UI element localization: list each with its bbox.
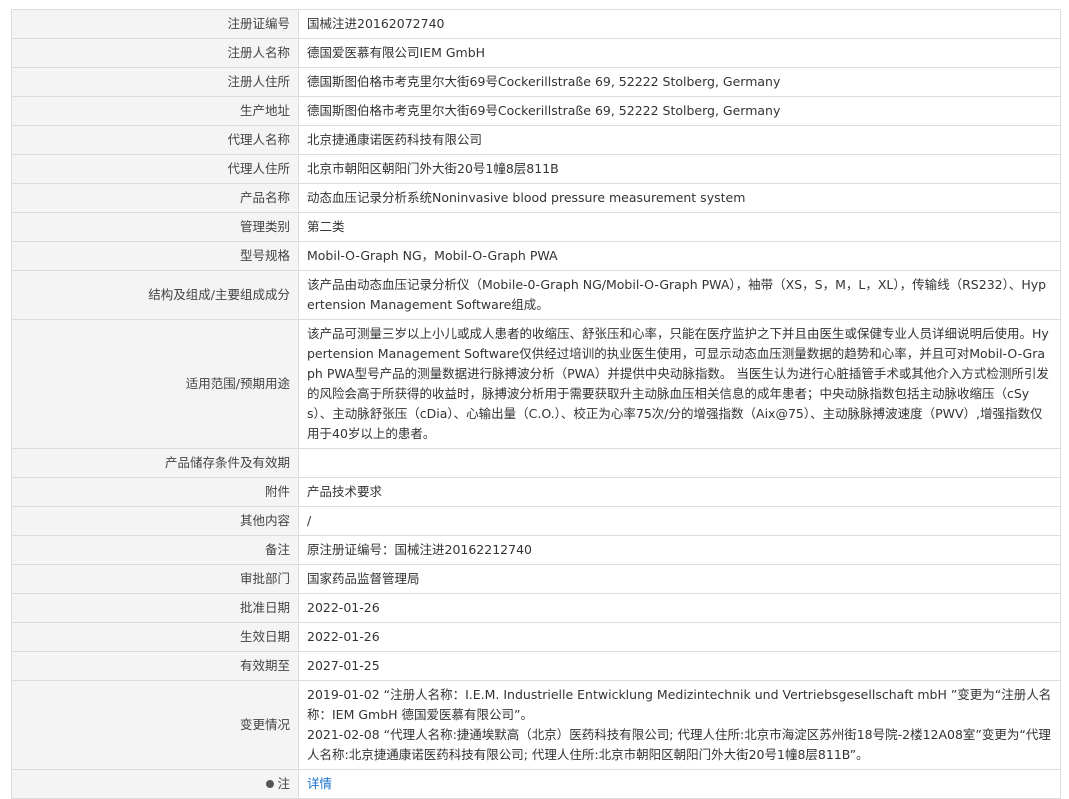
- field-label: 注册人名称: [11, 38, 299, 68]
- field-value: 该产品可测量三岁以上小儿或成人患者的收缩压、舒张压和心率，只能在医疗监护之下并且…: [298, 319, 1061, 449]
- field-label: 附件: [11, 477, 299, 507]
- field-label: 产品储存条件及有效期: [11, 448, 299, 478]
- table-row: 代理人住所 北京市朝阳区朝阳门外大街20号1幢8层811B: [11, 154, 1061, 184]
- table-row: 附件 产品技术要求: [11, 477, 1061, 507]
- field-value: 原注册证编号：国械注进20162212740: [298, 535, 1061, 565]
- registration-info-table: 注册证编号 国械注进20162072740 注册人名称 德国爱医慕有限公司IEM G…: [11, 9, 1061, 799]
- field-label: 产品名称: [11, 183, 299, 213]
- table-row: 其他内容 /: [11, 506, 1061, 536]
- table-row: 产品储存条件及有效期: [11, 448, 1061, 478]
- change-history-value: 2019-01-02 “注册人名称：I.E.M. Industrielle En…: [298, 680, 1061, 770]
- field-value: 德国斯图伯格市考克里尔大街69号Cockerillstraße 69, 5222…: [298, 96, 1061, 126]
- field-label: 结构及组成/主要组成成分: [11, 270, 299, 320]
- field-value: 国械注进20162072740: [298, 9, 1061, 39]
- table-row: 注册证编号 国械注进20162072740: [11, 9, 1061, 39]
- details-link[interactable]: 详情: [307, 776, 332, 791]
- field-label: 适用范围/预期用途: [11, 319, 299, 449]
- field-label: 审批部门: [11, 564, 299, 594]
- field-value: 北京市朝阳区朝阳门外大街20号1幢8层811B: [298, 154, 1061, 184]
- note-label: 注: [11, 769, 299, 799]
- field-value: [298, 448, 1061, 478]
- table-row: 管理类别 第二类: [11, 212, 1061, 242]
- field-value: 国家药品监督管理局: [298, 564, 1061, 594]
- field-label: 代理人名称: [11, 125, 299, 155]
- field-label: 生效日期: [11, 622, 299, 652]
- table-row: 生效日期 2022-01-26: [11, 622, 1061, 652]
- field-label: 注册人住所: [11, 67, 299, 97]
- field-value: 产品技术要求: [298, 477, 1061, 507]
- note-row: 注 详情: [11, 769, 1061, 799]
- table-row: 型号规格 Mobil-O-Graph NG，Mobil-O-Graph PWA: [11, 241, 1061, 271]
- table-row: 生产地址 德国斯图伯格市考克里尔大街69号Cockerillstraße 69, …: [11, 96, 1061, 126]
- field-label: 变更情况: [11, 680, 299, 770]
- field-label: 注册证编号: [11, 9, 299, 39]
- table-row: 代理人名称 北京捷通康诺医药科技有限公司: [11, 125, 1061, 155]
- field-value: 德国斯图伯格市考克里尔大街69号Cockerillstraße 69, 5222…: [298, 67, 1061, 97]
- field-value: 2022-01-26: [298, 593, 1061, 623]
- field-value: 北京捷通康诺医药科技有限公司: [298, 125, 1061, 155]
- field-label: 管理类别: [11, 212, 299, 242]
- field-label: 生产地址: [11, 96, 299, 126]
- field-label: 批准日期: [11, 593, 299, 623]
- registration-detail: 注册证编号 国械注进20162072740 注册人名称 德国爱医慕有限公司IEM G…: [11, 9, 1061, 799]
- table-row: 适用范围/预期用途 该产品可测量三岁以上小儿或成人患者的收缩压、舒张压和心率，只能…: [11, 319, 1061, 449]
- field-label: 备注: [11, 535, 299, 565]
- field-value: 2022-01-26: [298, 622, 1061, 652]
- change-entry: 2021-02-08 “代理人名称:捷通埃默高（北京）医药科技有限公司; 代理人…: [307, 727, 1051, 762]
- table-row: 注册人住所 德国斯图伯格市考克里尔大街69号Cockerillstraße 69,…: [11, 67, 1061, 97]
- field-value: 德国爱医慕有限公司IEM GmbH: [298, 38, 1061, 68]
- change-history-row: 变更情况 2019-01-02 “注册人名称：I.E.M. Industriel…: [11, 680, 1061, 770]
- table-row: 产品名称 动态血压记录分析系统Noninvasive blood pressure…: [11, 183, 1061, 213]
- change-entry: 2019-01-02 “注册人名称：I.E.M. Industrielle En…: [307, 687, 1052, 722]
- field-label: 型号规格: [11, 241, 299, 271]
- note-label-text: 注: [277, 776, 290, 791]
- table-row: 备注 原注册证编号：国械注进20162212740: [11, 535, 1061, 565]
- field-label: 代理人住所: [11, 154, 299, 184]
- field-value: Mobil-O-Graph NG，Mobil-O-Graph PWA: [298, 241, 1061, 271]
- table-row: 结构及组成/主要组成成分 该产品由动态血压记录分析仪（Mobile-0-Graph…: [11, 270, 1061, 320]
- field-label: 有效期至: [11, 651, 299, 681]
- field-value: 该产品由动态血压记录分析仪（Mobile-0-Graph NG/Mobil-O-…: [298, 270, 1061, 320]
- field-value: /: [298, 506, 1061, 536]
- table-row: 注册人名称 德国爱医慕有限公司IEM GmbH: [11, 38, 1061, 68]
- dot-icon: [266, 780, 275, 788]
- field-label: 其他内容: [11, 506, 299, 536]
- table-row: 批准日期 2022-01-26: [11, 593, 1061, 623]
- table-row: 有效期至 2027-01-25: [11, 651, 1061, 681]
- table-row: 审批部门 国家药品监督管理局: [11, 564, 1061, 594]
- note-value: 详情: [298, 769, 1061, 799]
- field-value: 第二类: [298, 212, 1061, 242]
- field-value: 动态血压记录分析系统Noninvasive blood pressure mea…: [298, 183, 1061, 213]
- field-value: 2027-01-25: [298, 651, 1061, 681]
